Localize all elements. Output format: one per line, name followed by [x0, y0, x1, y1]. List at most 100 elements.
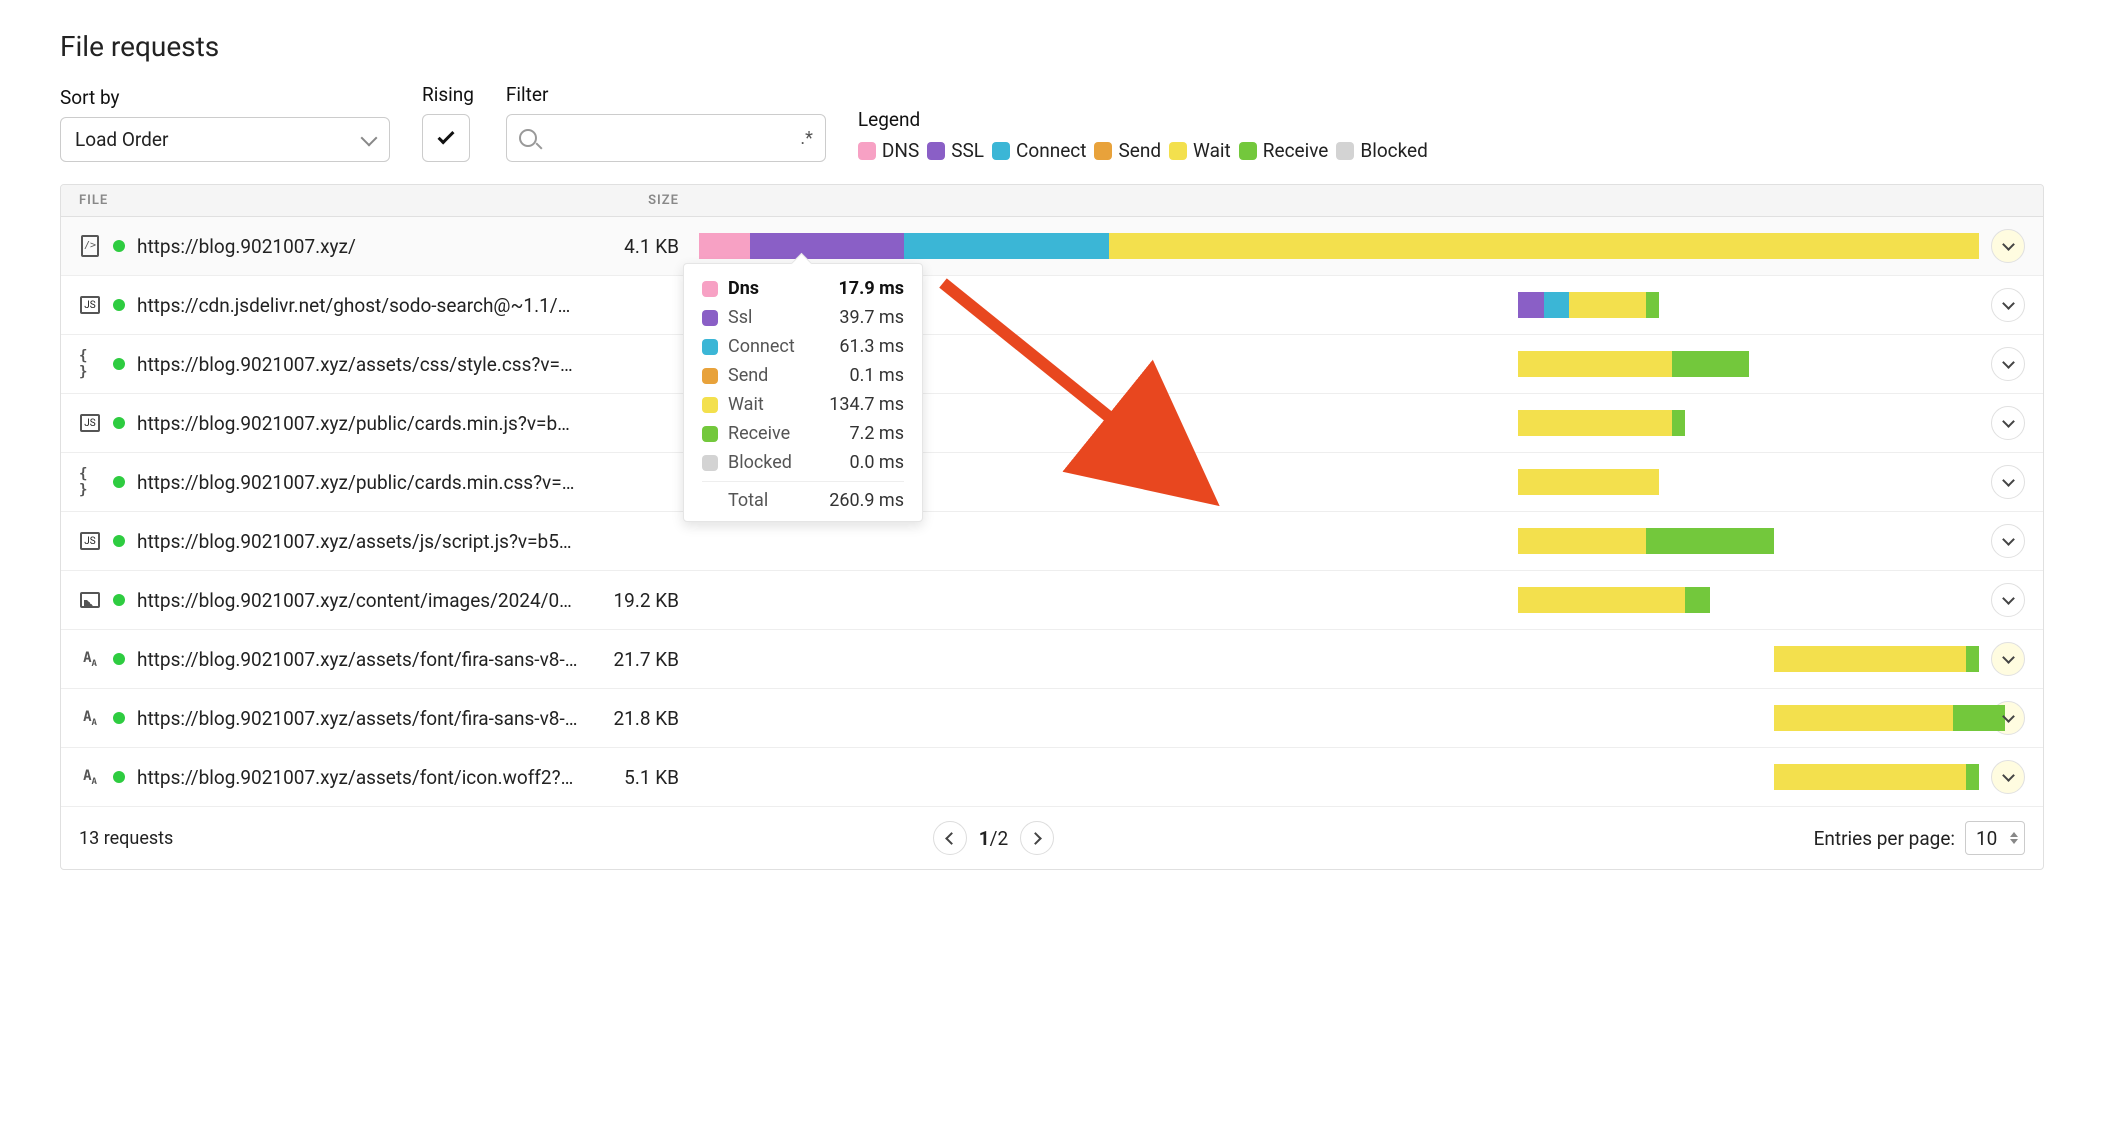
entries-per-page: Entries per page: 10 [1814, 821, 2025, 855]
file-url[interactable]: https://blog.9021007.xyz/assets/font/ico… [137, 766, 579, 789]
waterfall-cell [699, 702, 1979, 734]
file-url[interactable]: https://blog.9021007.xyz/assets/font/fir… [137, 648, 579, 671]
legend-item-receive: Receive [1239, 139, 1329, 162]
file-url[interactable]: https://blog.9021007.xyz/ [137, 235, 356, 258]
sortby-select[interactable]: Load Order [60, 117, 390, 162]
legend-item-connect: Connect [992, 139, 1086, 162]
tooltip-label: Dns [728, 278, 828, 299]
waterfall-segment [1672, 351, 1749, 377]
epp-stepper[interactable]: 10 [1965, 821, 2025, 855]
tooltip-value: 0.0 ms [849, 452, 904, 473]
chevron-down-icon [2002, 474, 2015, 487]
chevron-left-icon [945, 832, 958, 845]
waterfall-segment [1774, 646, 1966, 672]
waterfall-segment [1774, 764, 1966, 790]
prev-page-button[interactable] [933, 821, 967, 855]
expand-row-button[interactable] [1991, 583, 2025, 617]
legend-item-label: Connect [1016, 139, 1086, 162]
expand-row-button[interactable] [1991, 760, 2025, 794]
tooltip-value: 7.2 ms [849, 423, 904, 444]
tooltip-total-label: Total [728, 490, 819, 511]
legend-swatch-icon [1239, 142, 1257, 160]
expand-row-button[interactable] [1991, 642, 2025, 676]
file-url[interactable]: https://blog.9021007.xyz/content/images/… [137, 589, 579, 612]
chevron-down-icon [2002, 238, 2015, 251]
waterfall-segment [1518, 469, 1659, 495]
controls-bar: Sort by Load Order Rising Filter .* Lege… [60, 83, 2044, 162]
chevron-down-icon [2002, 415, 2015, 428]
legend-item-wait: Wait [1169, 139, 1231, 162]
expand-row-button[interactable] [1991, 347, 2025, 381]
status-dot-icon [113, 358, 125, 370]
waterfall-cell [699, 643, 1979, 675]
file-url[interactable]: https://blog.9021007.xyz/assets/js/scrip… [137, 530, 579, 553]
tooltip-swatch-icon [702, 339, 718, 355]
file-size: 4.1 KB [579, 235, 699, 258]
file-size: 21.7 KB [579, 648, 699, 671]
tooltip-label: Send [728, 365, 839, 386]
chevron-down-icon [361, 129, 378, 146]
expand-row-button[interactable] [1991, 465, 2025, 499]
legend-item-label: SSL [951, 139, 984, 162]
legend-swatch-icon [1169, 142, 1187, 160]
waterfall-bar[interactable] [699, 528, 1979, 554]
tooltip-label: Ssl [728, 307, 829, 328]
file-url[interactable]: https://cdn.jsdelivr.net/ghost/sodo-sear… [137, 294, 579, 317]
file-cell: https://blog.9021007.xyz/content/images/… [79, 589, 579, 612]
tooltip-label: Receive [728, 423, 839, 444]
tooltip-value: 39.7 ms [839, 307, 904, 328]
expand-row-button[interactable] [1991, 524, 2025, 558]
legend-swatches: DNSSSLConnectSendWaitReceiveBlocked [858, 139, 1428, 162]
js-file-icon: JS [79, 532, 101, 550]
chevron-down-icon [2002, 297, 2015, 310]
expand-row-button[interactable] [1991, 406, 2025, 440]
waterfall-bar[interactable] [699, 705, 1979, 731]
file-url[interactable]: https://blog.9021007.xyz/public/cards.mi… [137, 471, 579, 494]
next-page-button[interactable] [1020, 821, 1054, 855]
col-file-header[interactable]: FILE [79, 193, 579, 208]
expand-row-button[interactable] [1991, 229, 2025, 263]
file-url[interactable]: https://blog.9021007.xyz/assets/font/fir… [137, 707, 579, 730]
tooltip-row: Receive 7.2 ms [702, 419, 904, 448]
status-dot-icon [113, 417, 125, 429]
waterfall-bar[interactable] [699, 646, 1979, 672]
chevron-down-icon [2002, 592, 2015, 605]
image-file-icon [79, 592, 101, 608]
css-file-icon: { } [79, 348, 101, 380]
waterfall-bar[interactable] [699, 587, 1979, 613]
legend-swatch-icon [1336, 142, 1354, 160]
js-file-icon: JS [79, 414, 101, 432]
tooltip-row: Wait134.7 ms [702, 390, 904, 419]
tooltip-total-row: Total260.9 ms [702, 481, 904, 515]
file-cell: AA https://blog.9021007.xyz/assets/font/i… [79, 766, 579, 789]
pager: 1/2 [933, 821, 1054, 855]
legend-item-send: Send [1094, 139, 1161, 162]
legend-item-label: Receive [1263, 139, 1329, 162]
expand-row-button[interactable] [1991, 288, 2025, 322]
tooltip-label: Connect [728, 336, 829, 357]
stepper-icon [2010, 832, 2018, 844]
legend-label: Legend [858, 108, 1428, 131]
table-row: { }https://blog.9021007.xyz/public/cards… [61, 453, 2043, 512]
filter-input[interactable] [545, 128, 793, 149]
waterfall-bar[interactable] [699, 764, 1979, 790]
file-size: 19.2 KB [579, 589, 699, 612]
table-row: AAhttps://blog.9021007.xyz/assets/font/f… [61, 630, 2043, 689]
tooltip-row: Blocked0.0 ms [702, 448, 904, 477]
waterfall-segment [1646, 528, 1774, 554]
tooltip-swatch-icon [702, 426, 718, 442]
file-url[interactable]: https://blog.9021007.xyz/public/cards.mi… [137, 412, 579, 435]
font-file-icon: AA [79, 768, 101, 787]
rising-checkbox[interactable] [422, 114, 470, 162]
file-url[interactable]: https://blog.9021007.xyz/assets/css/styl… [137, 353, 579, 376]
file-cell: https://blog.9021007.xyz/ [79, 235, 579, 258]
legend-swatch-icon [927, 142, 945, 160]
file-cell: JShttps://cdn.jsdelivr.net/ghost/sodo-se… [79, 294, 579, 317]
tooltip-swatch-icon [702, 368, 718, 384]
waterfall-segment [1966, 764, 1979, 790]
file-cell: AAhttps://blog.9021007.xyz/assets/font/f… [79, 648, 579, 671]
waterfall-cell [699, 230, 1979, 262]
waterfall-bar[interactable] [699, 233, 1979, 259]
col-size-header[interactable]: SIZE [579, 193, 699, 208]
waterfall-segment [750, 233, 904, 259]
